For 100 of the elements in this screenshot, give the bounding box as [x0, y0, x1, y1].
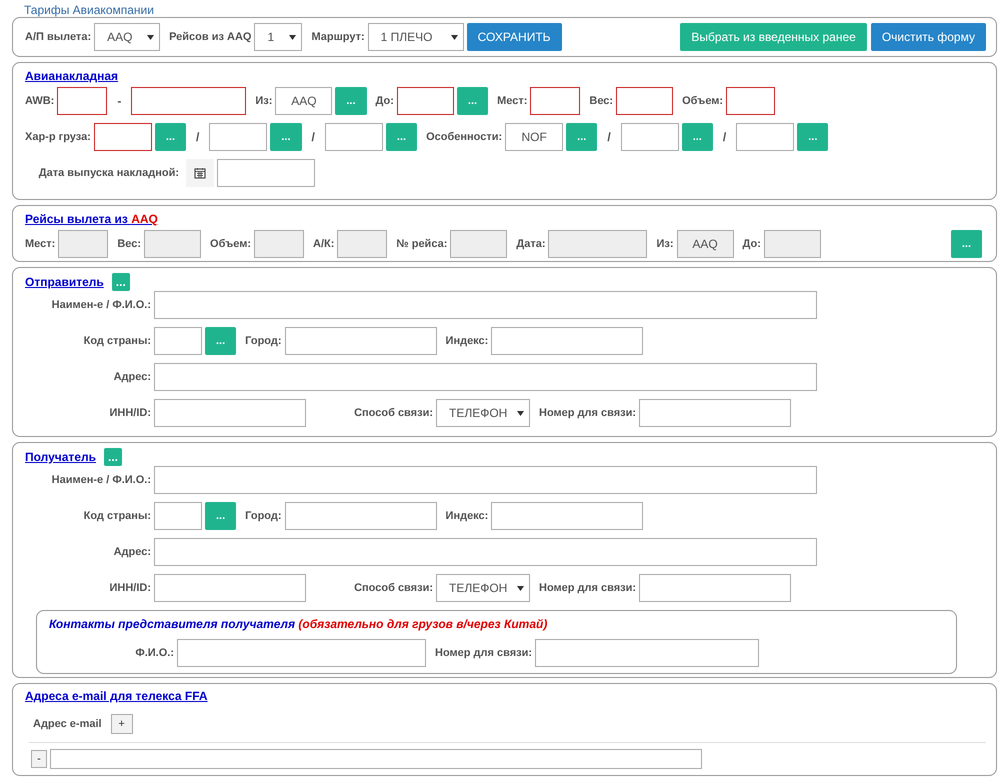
field-label: Из:	[656, 238, 674, 250]
text-field[interactable]	[639, 574, 792, 602]
text-field[interactable]	[639, 399, 792, 427]
section-title-link[interactable]: Авианакладная	[25, 69, 118, 83]
section-title-link[interactable]: Адреса e-mail для телекса FFA	[25, 689, 208, 703]
dropdown[interactable]: AAQ	[94, 23, 160, 51]
field-label: Маршрут:	[311, 31, 365, 43]
separator-text: /	[312, 130, 315, 144]
lookup-button[interactable]: ...	[797, 123, 828, 151]
text-field[interactable]	[131, 87, 246, 115]
lookup-button[interactable]: ...	[104, 448, 122, 466]
text-field[interactable]	[217, 159, 315, 187]
field-label: Номер для связи:	[435, 647, 532, 659]
field-label: Объем:	[210, 238, 252, 250]
field-label: № рейса:	[396, 238, 448, 250]
field-label: ИНН/ID:	[108, 407, 151, 419]
lookup-button[interactable]: ...	[456, 87, 488, 115]
field-label: Ф.И.О.:	[134, 647, 174, 659]
text-field[interactable]	[209, 123, 268, 151]
text-field[interactable]	[616, 87, 674, 115]
text-field[interactable]	[154, 538, 817, 566]
field-label: Объем:	[682, 95, 724, 107]
field-label: Способ связи:	[353, 407, 433, 419]
lookup-button[interactable]: ...	[154, 123, 186, 151]
text-field[interactable]	[337, 230, 388, 258]
separator-text: /	[196, 130, 200, 144]
text-field[interactable]	[154, 327, 202, 355]
dropdown[interactable]: ТЕЛЕФОН	[436, 574, 530, 602]
remove-button[interactable]: -	[31, 750, 47, 768]
lookup-button[interactable]: ...	[112, 273, 130, 291]
caret-icon	[517, 410, 524, 416]
text-field[interactable]	[57, 87, 108, 115]
section-title-link[interactable]: Рейсы вылета из AAQ	[25, 212, 158, 226]
caret-icon	[147, 34, 154, 40]
text-field[interactable]	[154, 502, 202, 530]
text-field[interactable]	[154, 466, 817, 494]
action-button[interactable]: Выбрать из введенных ранее	[680, 23, 867, 51]
text-field[interactable]	[530, 87, 580, 115]
field-label: Дата:	[516, 238, 546, 250]
lookup-button[interactable]: ...	[205, 327, 236, 355]
text-field[interactable]	[154, 399, 306, 427]
text-field[interactable]	[254, 230, 304, 258]
field-label: AWB:	[25, 95, 54, 107]
action-button[interactable]: Очистить форму	[870, 23, 986, 51]
text-field[interactable]: NOF	[505, 123, 564, 151]
separator-text: -	[117, 94, 122, 108]
field-label: Рейсов из AAQ	[169, 31, 252, 43]
field-label: Город:	[245, 510, 282, 522]
text-field[interactable]	[450, 230, 508, 258]
text-field[interactable]	[284, 327, 437, 355]
text-field[interactable]	[726, 87, 776, 115]
calendar-button[interactable]	[186, 159, 214, 187]
text-field[interactable]	[144, 230, 202, 258]
text-field[interactable]	[177, 639, 426, 667]
text-field[interactable]	[324, 123, 383, 151]
text-field[interactable]: AAQ	[275, 87, 332, 115]
lookup-button[interactable]: ...	[270, 123, 302, 151]
email-field[interactable]	[50, 749, 702, 769]
field-label: Наимен-е / Ф.И.О.:	[50, 299, 151, 311]
text-field[interactable]	[396, 87, 454, 115]
lookup-button[interactable]: ...	[205, 502, 236, 530]
text-field[interactable]	[284, 502, 437, 530]
field-label: Наимен-е / Ф.И.О.:	[50, 474, 151, 486]
field-label: До:	[376, 95, 394, 107]
text-field[interactable]	[154, 574, 306, 602]
dropdown[interactable]: 1	[254, 23, 302, 51]
save-button[interactable]: СОХРАНИТЬ	[466, 23, 562, 51]
field-label: Вес:	[589, 95, 614, 107]
lookup-button[interactable]: ...	[566, 123, 598, 151]
text-field[interactable]	[154, 363, 817, 391]
text-field[interactable]	[94, 123, 152, 151]
field-label: Адрес e-mail	[33, 718, 102, 730]
field-label: До:	[742, 238, 761, 250]
text-field[interactable]	[535, 639, 760, 667]
separator-text: /	[607, 130, 611, 144]
field-label: А/К:	[313, 238, 334, 250]
section-title-link[interactable]: Получатель	[25, 450, 96, 464]
lookup-button[interactable]: ...	[335, 87, 367, 115]
add-button[interactable]: +	[110, 714, 133, 734]
field-label: Из:	[255, 95, 272, 107]
text-field[interactable]: AAQ	[676, 230, 734, 258]
lookup-button[interactable]: ...	[950, 230, 982, 258]
text-field[interactable]	[58, 230, 108, 258]
text-field[interactable]	[154, 291, 817, 319]
text-field[interactable]	[491, 502, 644, 530]
contacts-heading: Контакты представителя получателя (обязательно для грузов в/через Китай)	[49, 616, 548, 633]
dropdown[interactable]: 1 ПЛЕЧО	[368, 23, 464, 51]
text-field[interactable]	[491, 327, 644, 355]
dropdown[interactable]: ТЕЛЕФОН	[436, 399, 530, 427]
text-field[interactable]	[764, 230, 821, 258]
lookup-button[interactable]: ...	[386, 123, 418, 151]
text-field[interactable]	[736, 123, 794, 151]
field-label: Дата выпуска накладной:	[38, 167, 179, 179]
text-field[interactable]	[548, 230, 648, 258]
lookup-button[interactable]: ...	[682, 123, 713, 151]
text-field[interactable]	[620, 123, 679, 151]
section-title-link[interactable]: Отправитель	[25, 275, 104, 289]
page-title: Тарифы Авиакомпании	[23, 3, 155, 17]
field-label: Код страны:	[82, 510, 151, 522]
field-label: Индекс:	[446, 335, 488, 347]
